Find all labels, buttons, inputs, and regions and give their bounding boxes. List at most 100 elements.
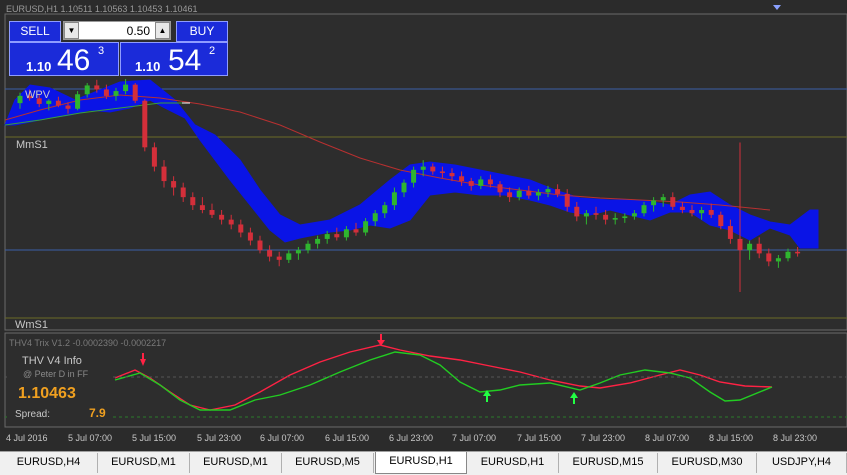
candle-body [459,176,465,182]
candle-body [247,232,253,241]
candle-body [286,253,292,260]
time-label: 7 Jul 15:00 [517,433,562,443]
time-label: 8 Jul 15:00 [709,433,754,443]
candle-body [631,213,637,217]
buy-price-pips: 54 [168,44,202,77]
time-label: 6 Jul 23:00 [389,433,434,443]
candle-body [718,214,724,227]
time-label: 7 Jul 23:00 [581,433,626,443]
tab-chart[interactable]: EURUSD,M15 [559,453,658,473]
chart-tabs: EURUSD,H4 EURUSD,M1 EURUSD,M1 EURUSD,M5 … [0,451,847,475]
candle-body [641,205,647,214]
candle-body [603,214,609,220]
candle-body [343,229,349,238]
candle-body [583,213,589,217]
candle-body [238,224,244,233]
candle-body [334,234,340,238]
sell-button[interactable]: SELL [9,21,61,42]
candle-body [132,84,138,101]
lot-size-input[interactable]: ▼ 0.50 ▲ [63,21,171,40]
tab-chart[interactable]: EURUSD,M1 [98,453,190,473]
info-title: THV V4 Info [22,355,82,367]
candle-body [219,214,225,220]
candle-body [439,171,445,174]
time-label: 6 Jul 15:00 [325,433,370,443]
tab-chart[interactable]: EURUSD,H4 [0,453,98,473]
candle-body [545,189,551,193]
candle-body [382,205,388,214]
candle-body [353,229,359,233]
candle-body [113,91,119,96]
candle-body [305,243,311,251]
time-label: 4 Jul 2016 [6,433,48,443]
tab-chart[interactable]: EURUSD,H1 [467,453,559,473]
candle-body [161,166,167,182]
candle-body [315,238,321,244]
shift-icon[interactable] [773,5,781,10]
buy-price[interactable]: 1.10 54 2 [120,42,228,77]
candle-body [727,226,733,239]
candle-body [17,95,23,104]
info-panel: THV V4 Info @ Peter D in FF 1.10463 Spre… [7,350,110,424]
candle-body [65,105,71,109]
candle-body [372,213,378,222]
sell-price-prefix: 1.10 [26,59,52,74]
candle-body [651,200,657,206]
candle-body [670,197,676,207]
candle-body [535,192,541,196]
candle-body [622,216,628,219]
tab-chart[interactable]: EURUSD,M5 [282,453,374,473]
lot-size-value: 0.50 [126,24,150,38]
candle-body [430,166,436,172]
candle-body [209,210,215,215]
candle-body [324,234,330,239]
candle-body [267,250,273,257]
tab-chart[interactable]: EURUSD,M1 [190,453,282,473]
candle-body [507,192,513,198]
candle-body [228,219,234,225]
candle-body [103,89,109,96]
candle-body [708,210,714,215]
sell-price[interactable]: 1.10 46 3 [9,42,119,77]
candle-body [679,206,685,210]
time-label: 5 Jul 07:00 [68,433,113,443]
level-label-wms1: WmS1 [15,319,48,331]
candle-body [75,94,81,109]
candle-body [401,182,407,193]
candle-body [190,197,196,206]
sell-price-pips: 46 [57,44,91,77]
candle-body [795,251,801,254]
candle-body [612,218,618,220]
candle-body [737,238,743,251]
level-label-wpv: WPV [25,89,51,101]
candle-body [46,100,52,104]
buy-price-fraction: 2 [209,45,216,57]
candle-body [180,187,186,198]
lot-increment-icon[interactable]: ▲ [155,22,170,39]
candle-body [84,85,90,95]
level-label-mms1: MmS1 [16,139,48,151]
candle-body [411,169,417,183]
candle-body [497,184,503,193]
candle-body [516,190,522,198]
time-label: 8 Jul 23:00 [773,433,818,443]
time-label: 7 Jul 07:00 [452,433,497,443]
tab-chart[interactable]: USDJPY,H4 [757,453,847,473]
buy-label: BUY [189,24,215,38]
tab-chart[interactable]: EURUSD,M30 [658,453,757,473]
candle-body [123,84,129,92]
lot-dropdown-icon[interactable]: ▼ [64,22,79,39]
buy-price-prefix: 1.10 [135,59,161,74]
candle-body [449,173,455,177]
time-label: 5 Jul 23:00 [197,433,242,443]
time-label: 6 Jul 07:00 [260,433,305,443]
candle-body [478,179,484,186]
info-author: @ Peter D in FF [23,369,89,379]
candle-body [766,253,772,262]
candle-body [747,243,753,251]
candle-body [295,250,301,254]
candle-body [468,181,474,186]
time-label: 8 Jul 07:00 [645,433,690,443]
tab-chart-active[interactable]: EURUSD,H1 [375,452,467,474]
buy-button[interactable]: BUY [176,21,228,42]
